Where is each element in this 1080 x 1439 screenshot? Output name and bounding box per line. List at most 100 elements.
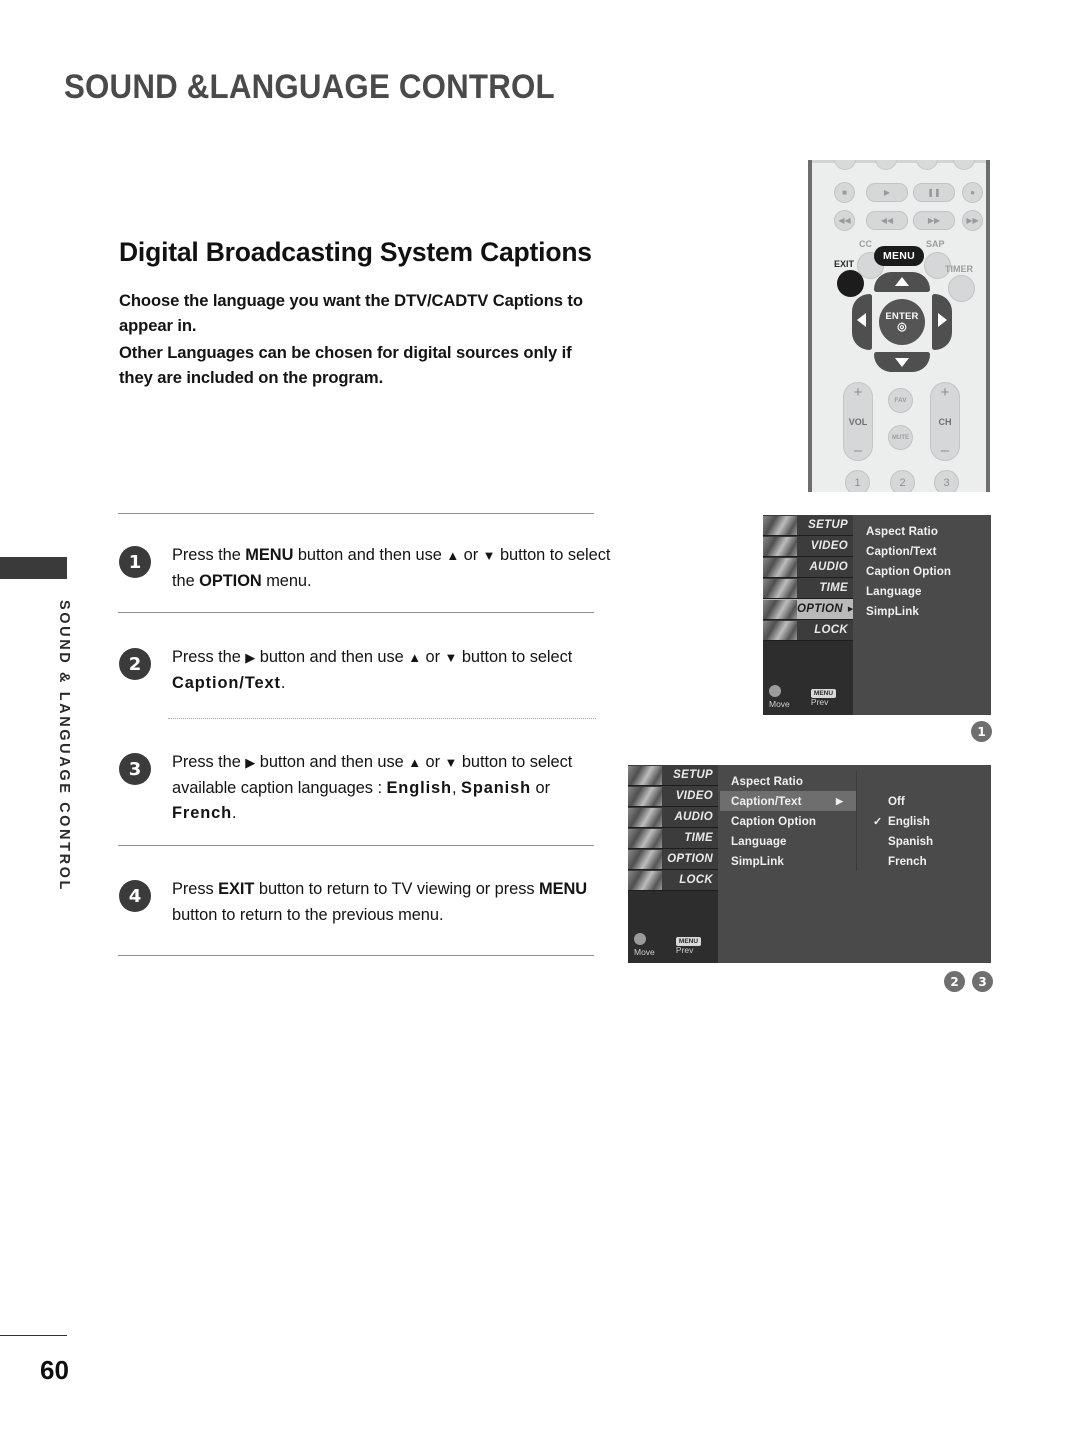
volume-rocker[interactable]: + VOL –: [843, 382, 873, 461]
osd-menu-option[interactable]: OPTION ▶: [763, 599, 853, 620]
osd-sidebar: SETUP VIDEO AUDIO TIME OPTION ▶ LOCK Mov…: [763, 515, 853, 715]
skip-next-button-icon[interactable]: ▶▶: [962, 210, 983, 231]
osd-item-caption-text[interactable]: Caption/Text ▶: [720, 791, 856, 811]
step-number-badge: 1: [119, 546, 151, 578]
record-button-icon[interactable]: ●: [962, 182, 983, 203]
number-key-3[interactable]: 3: [934, 470, 959, 492]
osd-item-caption-option[interactable]: Caption Option: [720, 811, 856, 831]
osd-item-caption-text[interactable]: Caption/Text: [855, 541, 991, 561]
channel-rocker[interactable]: + CH –: [930, 382, 960, 461]
osd-menu-label: VIDEO: [810, 540, 848, 552]
timer-button[interactable]: [948, 275, 975, 302]
osd-menu-audio[interactable]: AUDIO: [628, 807, 718, 828]
step-number-badge: 3: [119, 753, 151, 785]
osd-submenu-off[interactable]: Off: [861, 791, 991, 811]
osd-menu-video[interactable]: VIDEO: [628, 786, 718, 807]
osd-menu-lock[interactable]: LOCK: [628, 870, 718, 891]
step-marker-3: 3: [972, 971, 993, 992]
volume-up-icon[interactable]: +: [854, 385, 863, 400]
osd-menu-lock[interactable]: LOCK: [763, 620, 853, 641]
mute-button[interactable]: MUTE: [888, 425, 913, 450]
osd-menu-option[interactable]: OPTION: [628, 849, 718, 870]
cc-label: CC: [859, 239, 872, 249]
lock-thumbnail-icon: [763, 620, 797, 640]
osd-menu-label: OPTION: [667, 853, 713, 865]
step-number-badge: 2: [119, 648, 151, 680]
volume-down-icon[interactable]: –: [854, 443, 862, 458]
stop-button-icon[interactable]: ■: [834, 182, 855, 203]
osd-menu-label: LOCK: [814, 624, 848, 636]
remote-control-illustration: ■ ▶ ❚❚ ● ◀◀ ◀◀ ▶▶ ▶▶ CC SAP TIMER EXIT M…: [808, 160, 990, 492]
menu-button[interactable]: MENU: [874, 246, 924, 266]
osd-item-aspect-ratio[interactable]: Aspect Ratio: [855, 521, 991, 541]
osd-menu-setup[interactable]: SETUP: [628, 765, 718, 786]
divider-between-step-2-3: [168, 718, 596, 719]
osd-submenu-english[interactable]: ✓ English: [861, 811, 991, 831]
pause-button-icon[interactable]: ❚❚: [913, 183, 955, 202]
osd-menu-setup[interactable]: SETUP: [763, 515, 853, 536]
osd-item-list: Aspect Ratio Caption/Text Caption Option…: [855, 521, 991, 621]
channel-up-icon[interactable]: +: [941, 385, 950, 400]
osd-menu-time[interactable]: TIME: [763, 578, 853, 599]
osd-submenu-french[interactable]: French: [861, 851, 991, 871]
step-marker-1: 1: [971, 721, 992, 742]
divider-between-step-3-4: [118, 845, 594, 846]
number-key-1[interactable]: 1: [845, 470, 870, 492]
dpad-right-arrow-icon: [938, 313, 947, 327]
dpad-left-arrow-icon: [857, 313, 866, 327]
osd-item-caption-option[interactable]: Caption Option: [855, 561, 991, 581]
play-button-icon[interactable]: ▶: [866, 183, 908, 202]
time-thumbnail-icon: [628, 828, 662, 848]
osd-menu-audio[interactable]: AUDIO: [763, 557, 853, 578]
osd-item-language[interactable]: Language: [720, 831, 856, 851]
remote-top-cut-button: [875, 160, 897, 170]
remote-top-cut-button: [834, 160, 856, 170]
number-key-2[interactable]: 2: [890, 470, 915, 492]
setup-thumbnail-icon: [628, 765, 662, 785]
osd-hint-move: Move: [634, 947, 655, 957]
enter-dot-icon: ◎: [897, 321, 907, 333]
divider-between-step-1-2: [118, 612, 594, 613]
intro-paragraph-1: Choose the language you want the DTV/CAD…: [119, 291, 583, 335]
osd-item-simplink[interactable]: SimpLink: [720, 851, 856, 871]
option-thumbnail-icon: [763, 599, 797, 619]
time-thumbnail-icon: [763, 578, 797, 598]
rewind-button-icon[interactable]: ◀◀: [866, 211, 908, 230]
osd-menu-label: VIDEO: [675, 790, 713, 802]
osd-submenu-label: French: [888, 854, 927, 868]
dpad-hint-icon: [769, 685, 781, 697]
chevron-right-icon: ▶: [835, 795, 843, 806]
osd-menu-video[interactable]: VIDEO: [763, 536, 853, 557]
osd-item-simplink[interactable]: SimpLink: [855, 601, 991, 621]
side-tab-label: SOUND & LANGUAGE CONTROL: [56, 600, 72, 892]
direction-pad[interactable]: ENTER ◎: [852, 272, 952, 372]
page-title: SOUND &LANGUAGE CONTROL: [64, 68, 555, 106]
fast-forward-button-icon[interactable]: ▶▶: [913, 211, 955, 230]
option-thumbnail-icon: [628, 849, 662, 869]
step-text: Press the ▶ button and then use ▲ or ▼ b…: [172, 648, 573, 692]
osd-item-language[interactable]: Language: [855, 581, 991, 601]
osd-item-aspect-ratio[interactable]: Aspect Ratio: [720, 771, 856, 791]
fav-button[interactable]: FAV: [888, 388, 913, 413]
sap-label: SAP: [926, 239, 945, 249]
osd-hint-prev: Prev: [810, 697, 829, 707]
enter-button[interactable]: ENTER ◎: [879, 299, 925, 345]
osd-hint-bar: Move MENU Prev: [634, 933, 718, 957]
osd-sidebar: SETUP VIDEO AUDIO TIME OPTION LOCK Move …: [628, 765, 718, 963]
osd-hint-prev: Prev: [675, 945, 694, 955]
dpad-down-arrow-icon: [895, 358, 909, 367]
intro-paragraph-2: Other Languages can be chosen for digita…: [119, 343, 572, 387]
step-text: Press the MENU button and then use ▲ or …: [172, 546, 611, 590]
osd-submenu-spanish[interactable]: Spanish: [861, 831, 991, 851]
osd-submenu-label: Off: [888, 794, 905, 808]
osd-submenu-label: English: [888, 814, 930, 828]
osd-menu-label: AUDIO: [809, 561, 848, 573]
osd-screen-option-menu: SETUP VIDEO AUDIO TIME OPTION ▶ LOCK Mov…: [763, 515, 991, 715]
channel-down-icon[interactable]: –: [941, 443, 949, 458]
osd-item-label: Caption/Text: [731, 794, 802, 808]
skip-previous-button-icon[interactable]: ◀◀: [834, 210, 855, 231]
lock-thumbnail-icon: [628, 870, 662, 890]
osd-menu-label: TIME: [684, 832, 713, 844]
osd-menu-time[interactable]: TIME: [628, 828, 718, 849]
video-thumbnail-icon: [628, 786, 662, 806]
